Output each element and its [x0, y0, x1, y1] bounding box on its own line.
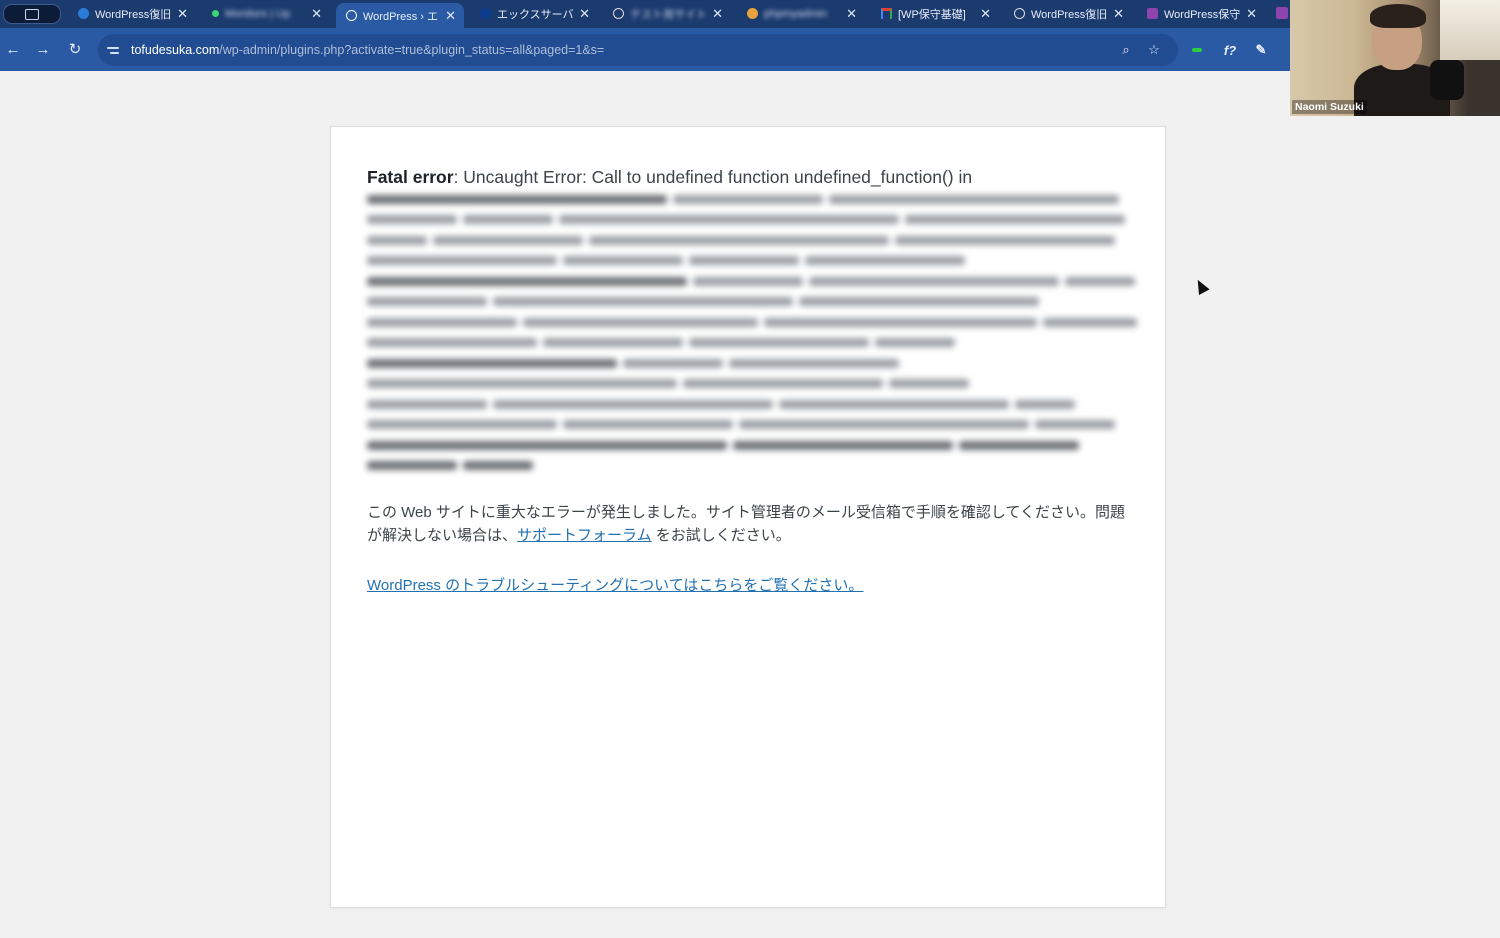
- phpmyadmin-icon: [747, 8, 758, 19]
- zoom-glyph: ⌕: [1122, 42, 1130, 57]
- extension-function-icon[interactable]: f?: [1221, 41, 1239, 59]
- stack-trace-line: [367, 456, 1137, 477]
- stack-trace-line: [367, 374, 1137, 395]
- stack-trace-line: [367, 271, 1137, 292]
- wp-c-icon: [78, 8, 89, 19]
- star-glyph: ☆: [1148, 42, 1160, 57]
- error-description: この Web サイトに重大なエラーが発生しました。サイト管理者のメール受信箱で手…: [367, 501, 1137, 547]
- close-tab-icon[interactable]: ✕: [980, 7, 991, 20]
- address-bar[interactable]: tofudesuka.com/wp-admin/plugins.php?acti…: [98, 34, 1178, 66]
- browser-tab[interactable]: WordPress復旧 ✕: [68, 2, 196, 25]
- mouse-cursor-icon: [1192, 277, 1210, 295]
- url-domain: tofudesuka.com: [131, 43, 220, 57]
- globe-icon: [613, 8, 624, 19]
- tab-search-button[interactable]: [3, 4, 61, 24]
- tab-title: WordPress › エ: [363, 10, 438, 23]
- stack-trace-line: [367, 189, 1137, 210]
- globe-icon: [1014, 8, 1025, 19]
- troubleshooting-link[interactable]: WordPress のトラブルシューティングについてはこちらをご覧ください。: [367, 577, 863, 594]
- tab-title: エックスサーバ: [497, 8, 574, 21]
- close-tab-icon[interactable]: ✕: [1246, 7, 1257, 20]
- video-window-light: [1440, 0, 1500, 60]
- forward-arrow-icon: →: [35, 40, 51, 58]
- forward-button[interactable]: →: [32, 38, 54, 60]
- reload-icon: ↻: [68, 41, 82, 58]
- video-call-overlay[interactable]: Naomi Suzuki: [1290, 0, 1500, 116]
- video-person-hair: [1370, 4, 1426, 28]
- browser-tab[interactable]: WordPress復旧 ✕: [1004, 2, 1132, 25]
- browser-tab[interactable]: WordPress保守 ✕: [1137, 2, 1265, 25]
- url-text[interactable]: tofudesuka.com/wp-admin/plugins.php?acti…: [131, 43, 604, 57]
- close-tab-icon[interactable]: ✕: [579, 7, 590, 20]
- reload-button[interactable]: ↻: [64, 38, 86, 60]
- browser-tab[interactable]: WordPress › エ ✕: [336, 3, 464, 28]
- pen-extension-icon[interactable]: ✎: [1252, 41, 1270, 59]
- tab-overview-icon: [25, 8, 39, 20]
- browser-tab[interactable]: Monitors | Up ✕: [202, 2, 330, 25]
- stack-trace-line: [367, 251, 1137, 272]
- tab-title: WordPress保守: [1164, 8, 1241, 21]
- fatal-error-message: : Uncaught Error: Call to undefined func…: [453, 167, 973, 187]
- close-tab-icon[interactable]: ✕: [445, 9, 456, 22]
- pen-glyph: ✎: [1255, 42, 1267, 57]
- tab-title: phpmyadmin: [764, 7, 827, 20]
- back-button[interactable]: ←: [2, 38, 24, 60]
- zoom-icon[interactable]: ⌕: [1118, 42, 1134, 58]
- close-tab-icon[interactable]: ✕: [177, 7, 188, 20]
- error-description-tail: をお試しください。: [651, 527, 791, 544]
- close-tab-icon[interactable]: ✕: [846, 7, 857, 20]
- close-tab-icon[interactable]: ✕: [311, 7, 322, 20]
- stack-trace-line: [367, 333, 1137, 354]
- xserver-icon: [480, 8, 491, 19]
- stack-trace-line: [367, 292, 1137, 313]
- tab-title: WordPress復旧: [95, 8, 172, 21]
- tab-title: [WP保守基礎]: [898, 8, 966, 21]
- gmail-icon: [881, 8, 892, 19]
- stack-trace-line: [367, 312, 1137, 333]
- tab-title: Monitors | Up: [225, 7, 291, 20]
- participant-name: Naomi Suzuki: [1292, 100, 1367, 114]
- blurred-stack-trace: [367, 189, 1137, 476]
- url-path: /wp-admin/plugins.php?activate=true&plug…: [219, 43, 605, 57]
- close-tab-icon[interactable]: ✕: [712, 7, 723, 20]
- fatal-error-heading: Fatal error: Uncaught Error: Call to und…: [367, 165, 1137, 189]
- fatal-error-label: Fatal error: [367, 167, 454, 187]
- tab-title: WordPress復旧: [1031, 8, 1108, 21]
- browser-tab[interactable]: テスト用サイト ✕: [603, 2, 731, 25]
- tab-title: テスト用サイト: [630, 8, 707, 21]
- wordpress-icon: [346, 10, 357, 21]
- stack-trace-line: [367, 353, 1137, 374]
- support-forum-link[interactable]: サポートフォーラム: [517, 527, 652, 544]
- stack-trace-line: [367, 394, 1137, 415]
- notion-list-icon: [1147, 8, 1158, 19]
- close-tab-icon[interactable]: ✕: [1113, 7, 1124, 20]
- stack-trace-line: [367, 230, 1137, 251]
- overflow-tab-icon[interactable]: [1276, 7, 1288, 19]
- browser-tab-strip: WordPress復旧 ✕ Monitors | Up ✕ WordPress › エ ✕…: [0, 0, 1500, 28]
- browser-tab[interactable]: phpmyadmin ✕: [737, 2, 865, 25]
- stack-trace-line: [367, 415, 1137, 436]
- green-dot-icon: [212, 10, 219, 17]
- extension-green-icon[interactable]: [1188, 41, 1206, 59]
- site-info-icon[interactable]: [107, 42, 123, 58]
- browser-tab[interactable]: エックスサーバ ✕: [470, 2, 598, 25]
- function-glyph: f?: [1223, 42, 1237, 58]
- troubleshooting-paragraph: WordPress のトラブルシューティングについてはこちらをご覧ください。: [367, 574, 1137, 597]
- video-microphone: [1430, 60, 1464, 100]
- bookmark-star-icon[interactable]: ☆: [1146, 42, 1162, 58]
- stack-trace-line: [367, 435, 1137, 456]
- back-arrow-icon: ←: [5, 40, 21, 58]
- stack-trace-line: [367, 210, 1137, 231]
- browser-tab[interactable]: [WP保守基礎] ✕: [871, 2, 999, 25]
- wp-error-container: Fatal error: Uncaught Error: Call to und…: [330, 126, 1166, 908]
